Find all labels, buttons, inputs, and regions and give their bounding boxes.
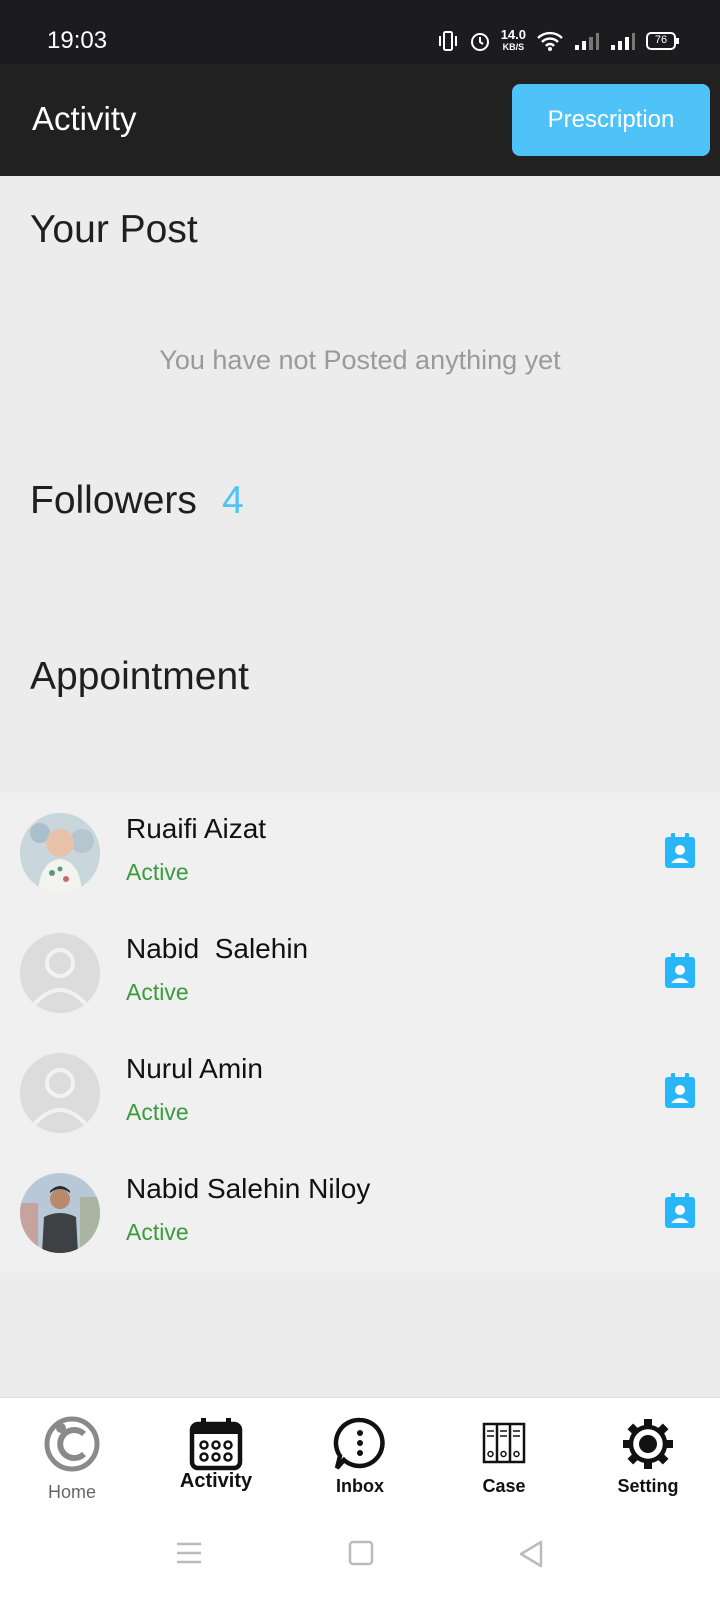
nav-label: Activity [179,1470,253,1492]
net-speed: 14.0 KB/S [500,27,526,52]
nav-item-home[interactable]: Home [0,1398,144,1511]
alarm-icon [469,30,491,52]
nav-item-activity[interactable]: Activity [144,1398,288,1511]
status-text: Active [126,979,189,1005]
nav-item-inbox[interactable]: Inbox [288,1398,432,1511]
page-title: Activity [32,100,137,137]
calendar-icon [188,1416,244,1472]
avatar [20,1173,100,1253]
status-text: Active [126,1219,189,1245]
vibrate-icon [437,30,459,52]
followers-title: Followers [30,479,197,522]
list-item[interactable]: Nurul Amin Active [0,1033,720,1153]
nav-label: Case [482,1476,526,1496]
status-time: 19:03 [47,27,108,54]
chat-icon [332,1416,388,1472]
appointment-title: Appointment [30,655,249,698]
menu-icon[interactable] [176,1540,202,1570]
appointment-name: Nurul Amin [126,1053,263,1084]
system-nav-bar [0,1510,720,1600]
nav-label: Home [47,1482,96,1502]
list-item[interactable]: Nabid Salehin Active [0,913,720,1033]
list-item[interactable]: Ruaifi Aizat Active [0,793,720,913]
app-bar: Activity Prescription [0,64,720,176]
your-post-title: Your Post [30,208,198,251]
status-text: Active [126,859,189,885]
appointment-name: Ruaifi Aizat [126,813,267,844]
folders-icon [476,1416,532,1472]
status-bar: 19:03 14.0 KB/S 76 [0,0,720,64]
contact-calendar-icon[interactable] [664,1193,696,1229]
bottom-nav: Home Activity Inbox Case Setting [0,1397,720,1511]
back-icon[interactable] [518,1540,544,1572]
nav-label: Inbox [336,1476,384,1496]
status-icons: 14.0 KB/S 76 [437,26,680,56]
signal-icon [574,31,600,51]
nav-item-setting[interactable]: Setting [576,1398,720,1511]
gear-icon [620,1416,676,1472]
avatar [20,1053,100,1133]
appointment-name: Nabid Salehin [126,933,309,964]
contact-calendar-icon[interactable] [664,833,696,869]
home-logo-icon [44,1416,100,1472]
contact-calendar-icon[interactable] [664,1073,696,1109]
appointment-list: Ruaifi Aizat Active Nabid Salehin Active… [0,793,720,1273]
list-item[interactable]: Nabid Salehin Niloy Active [0,1153,720,1273]
nav-item-case[interactable]: Case [432,1398,576,1511]
avatar [20,813,100,893]
signal-icon [610,31,636,51]
nav-label: Setting [617,1476,679,1496]
wifi-icon [536,30,564,52]
appointment-name: Nabid Salehin Niloy [126,1173,371,1204]
followers-count[interactable]: 4 [222,479,244,523]
prescription-button[interactable]: Prescription [512,84,710,156]
home-square-icon[interactable] [348,1540,374,1570]
empty-posts-message: You have not Posted anything yet [159,345,561,375]
status-text: Active [126,1099,189,1125]
avatar [20,933,100,1013]
contact-calendar-icon[interactable] [664,953,696,989]
battery-icon: 76 [646,31,680,51]
